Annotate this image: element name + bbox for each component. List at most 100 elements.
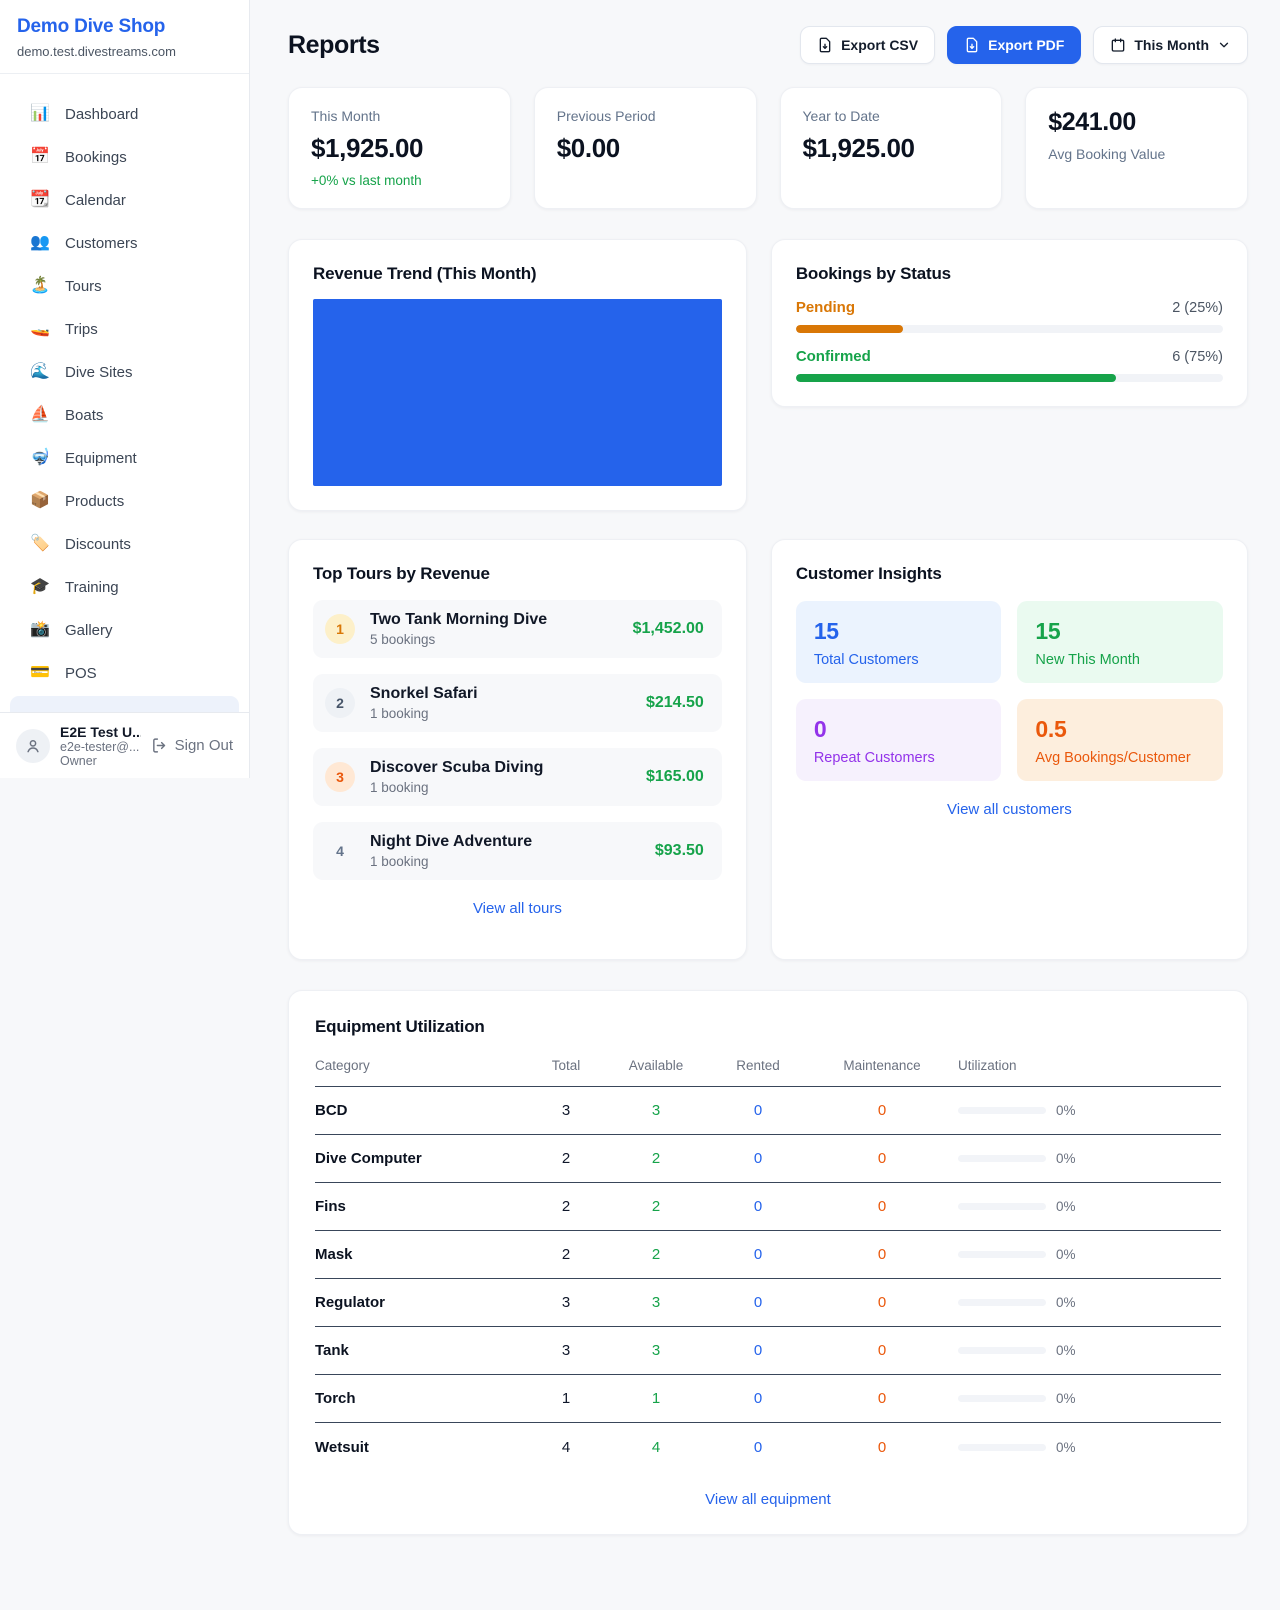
tour-amount: $214.50 — [646, 694, 704, 712]
equipment-utilization-card: Equipment Utilization Category Total Ava… — [288, 990, 1248, 1535]
sidebar-item-boats[interactable]: ⛵ Boats — [30, 397, 239, 433]
tour-name: Two Tank Morning Dive — [370, 611, 547, 629]
sign-out-button[interactable]: Sign Out — [151, 737, 233, 754]
tour-row: 4 Night Dive Adventure 1 booking $93.50 — [313, 822, 722, 880]
sidebar-item-active-partial[interactable] — [10, 696, 239, 712]
utilization-percent: 0% — [1056, 1151, 1076, 1166]
stat-delta: +0% vs last month — [311, 173, 488, 188]
view-all-tours-link[interactable]: View all tours — [313, 900, 722, 917]
sidebar-item-label: Discounts — [65, 536, 131, 553]
sidebar-item-label: Trips — [65, 321, 98, 338]
status-bar-track — [796, 374, 1223, 382]
stat-card-this-month: This Month $1,925.00 +0% vs last month — [288, 87, 511, 209]
status-label: Pending — [796, 299, 855, 316]
status-row-pending: Pending 2 (25%) — [796, 299, 1223, 333]
column-header-category: Category — [315, 1058, 530, 1073]
sidebar-item-customers[interactable]: 👥 Customers — [30, 225, 239, 261]
tour-amount: $93.50 — [655, 842, 704, 860]
brand[interactable]: Demo Dive Shop demo.test.divestreams.com — [0, 0, 249, 74]
sidebar-item-tours[interactable]: 🏝️ Tours — [30, 268, 239, 304]
sidebar-nav: 📊 Dashboard 📅 Bookings 📆 Calendar 👥 Cust… — [0, 74, 249, 691]
sidebar-item-gallery[interactable]: 📸 Gallery — [30, 612, 239, 648]
table-row: Regulator 3 3 0 0 0% — [315, 1279, 1221, 1327]
stat-value: $1,925.00 — [803, 133, 980, 164]
equipment-category: Dive Computer — [315, 1150, 530, 1167]
charts-row: Revenue Trend (This Month) Bookings by S… — [288, 239, 1248, 511]
sidebar-item-training[interactable]: 🎓 Training — [30, 569, 239, 605]
file-download-icon — [964, 37, 980, 53]
sidebar-item-pos[interactable]: 💳 POS — [30, 655, 239, 691]
sidebar-item-discounts[interactable]: 🏷️ Discounts — [30, 526, 239, 562]
equipment-utilization-cell: 0% — [958, 1151, 1221, 1166]
main-content: Reports Export CSV Export PDF This Month… — [250, 0, 1280, 1609]
view-all-equipment-link[interactable]: View all equipment — [315, 1491, 1221, 1508]
period-dropdown[interactable]: This Month — [1093, 26, 1248, 64]
utilization-bar — [958, 1444, 1046, 1451]
equipment-total: 4 — [530, 1439, 602, 1456]
tile-repeat-customers: 0 Repeat Customers — [796, 699, 1002, 781]
equipment-maintenance: 0 — [806, 1150, 958, 1167]
user-email: e2e-tester@... — [60, 740, 141, 754]
utilization-bar — [958, 1251, 1046, 1258]
stats-row: This Month $1,925.00 +0% vs last month P… — [288, 87, 1248, 209]
table-row: Dive Computer 2 2 0 0 0% — [315, 1135, 1221, 1183]
sidebar-item-trips[interactable]: 🚤 Trips — [30, 311, 239, 347]
revenue-trend-title: Revenue Trend (This Month) — [313, 264, 722, 284]
utilization-bar — [958, 1107, 1046, 1114]
equipment-utilization-cell: 0% — [958, 1199, 1221, 1214]
equipment-available: 3 — [602, 1294, 710, 1311]
utilization-bar — [958, 1299, 1046, 1306]
credit-card-icon: 💳 — [30, 665, 50, 681]
column-header-utilization: Utilization — [958, 1058, 1221, 1073]
rank-badge: 1 — [325, 614, 355, 644]
status-row-confirmed: Confirmed 6 (75%) — [796, 348, 1223, 382]
tile-value: 0.5 — [1035, 716, 1205, 743]
status-count: 2 (25%) — [1172, 300, 1223, 316]
utilization-percent: 0% — [1056, 1199, 1076, 1214]
equipment-rented: 0 — [710, 1102, 806, 1119]
utilization-bar — [958, 1155, 1046, 1162]
equipment-maintenance: 0 — [806, 1294, 958, 1311]
equipment-category: Regulator — [315, 1294, 530, 1311]
table-row: Tank 3 3 0 0 0% — [315, 1327, 1221, 1375]
equipment-total: 2 — [530, 1246, 602, 1263]
stat-label: Avg Booking Value — [1048, 146, 1225, 162]
status-bar-fill — [796, 325, 903, 333]
calendar-icon — [1110, 37, 1126, 53]
equipment-total: 3 — [530, 1294, 602, 1311]
sidebar-item-calendar[interactable]: 📆 Calendar — [30, 182, 239, 218]
sidebar-item-bookings[interactable]: 📅 Bookings — [30, 139, 239, 175]
equipment-available: 3 — [602, 1102, 710, 1119]
tile-value: 15 — [814, 618, 984, 645]
brand-domain: demo.test.divestreams.com — [17, 44, 233, 59]
tour-row: 2 Snorkel Safari 1 booking $214.50 — [313, 674, 722, 732]
wave-icon: 🌊 — [30, 364, 50, 380]
header-actions: Export CSV Export PDF This Month — [800, 26, 1248, 64]
equipment-total: 2 — [530, 1150, 602, 1167]
sidebar-item-label: Tours — [65, 278, 102, 295]
bar-chart-icon: 📊 — [30, 106, 50, 122]
utilization-percent: 0% — [1056, 1247, 1076, 1262]
tile-avg-bookings-customer: 0.5 Avg Bookings/Customer — [1017, 699, 1223, 781]
equipment-utilization-cell: 0% — [958, 1247, 1221, 1262]
stat-value: $1,925.00 — [311, 133, 488, 164]
sailboat-icon: ⛵ — [30, 407, 50, 423]
export-pdf-button[interactable]: Export PDF — [947, 26, 1081, 64]
view-all-customers-link[interactable]: View all customers — [796, 801, 1223, 818]
sidebar-item-dashboard[interactable]: 📊 Dashboard — [30, 96, 239, 132]
equipment-category: Wetsuit — [315, 1439, 530, 1456]
tile-new-this-month: 15 New This Month — [1017, 601, 1223, 683]
equipment-category: Mask — [315, 1246, 530, 1263]
sidebar-item-products[interactable]: 📦 Products — [30, 483, 239, 519]
rank-badge: 3 — [325, 762, 355, 792]
table-row: Fins 2 2 0 0 0% — [315, 1183, 1221, 1231]
sidebar-item-dive-sites[interactable]: 🌊 Dive Sites — [30, 354, 239, 390]
export-csv-button[interactable]: Export CSV — [800, 26, 935, 64]
equipment-utilization-cell: 0% — [958, 1103, 1221, 1118]
column-header-rented: Rented — [710, 1058, 806, 1073]
user-footer: E2E Test U... e2e-tester@... Owner Sign … — [0, 712, 249, 778]
page-header: Reports Export CSV Export PDF This Month — [288, 26, 1248, 64]
tour-bookings: 1 booking — [370, 780, 543, 795]
tile-value: 15 — [1035, 618, 1205, 645]
sidebar-item-equipment[interactable]: 🤿 Equipment — [30, 440, 239, 476]
